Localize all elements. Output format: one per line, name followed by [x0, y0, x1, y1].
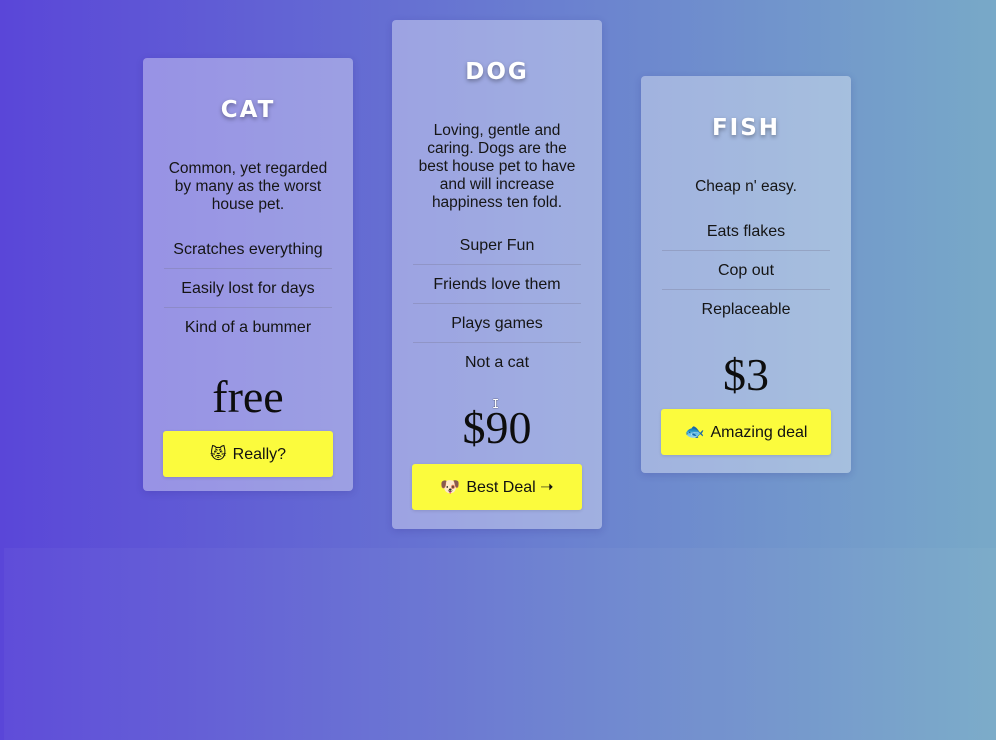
amazing-deal-button[interactable]: 🐟 Amazing deal: [661, 409, 831, 455]
feature-list: Scratches everything Easily lost for day…: [164, 230, 332, 347]
feature-item: Cop out: [662, 251, 830, 290]
plan-description: Loving, gentle and caring. Dogs are the …: [418, 122, 576, 211]
feature-item: Replaceable: [701, 301, 791, 318]
fish-icon: 🐟: [684, 424, 705, 441]
dog-face-icon: 🐶: [440, 479, 461, 496]
plan-price: free: [212, 371, 284, 422]
feature-item: Friends love them: [413, 265, 581, 304]
really-button[interactable]: 😾 Really?: [163, 431, 333, 477]
plan-description: Cheap n' easy.: [695, 178, 797, 195]
plan-price: $3: [723, 349, 769, 400]
feature-item: Scratches everything: [164, 230, 332, 269]
plan-title: CAT: [220, 97, 276, 123]
feature-item: Super Fun: [413, 226, 581, 265]
plan-title: FISH: [711, 115, 781, 141]
button-label: Best Deal ➝: [466, 479, 554, 496]
feature-list: Eats flakes Cop out Replaceable: [662, 212, 830, 329]
feature-item: Eats flakes: [662, 212, 830, 251]
feature-item: Not a cat: [464, 354, 530, 371]
feature-list: Super Fun Friends love them Plays games …: [413, 226, 581, 382]
lower-band: [4, 548, 996, 740]
plan-title: DOG: [465, 59, 529, 85]
pricing-card-dog: DOG Loving, gentle and caring. Dogs are …: [392, 20, 602, 529]
button-label: Amazing deal: [710, 424, 808, 441]
pouting-cat-icon: 😾: [209, 446, 227, 463]
best-deal-button[interactable]: 🐶 Best Deal ➝: [412, 464, 582, 510]
feature-item: Easily lost for days: [164, 269, 332, 308]
pricing-card-cat: CAT Common, yet regarded by many as the …: [143, 58, 353, 491]
button-label: Really?: [232, 446, 287, 463]
plan-description: Common, yet regarded by many as the wors…: [168, 160, 328, 213]
feature-item: Kind of a bummer: [184, 319, 312, 336]
text-cursor-icon: I: [492, 397, 500, 411]
pricing-card-fish: FISH Cheap n' easy. Eats flakes Cop out …: [641, 76, 851, 473]
feature-item: Plays games: [413, 304, 581, 343]
